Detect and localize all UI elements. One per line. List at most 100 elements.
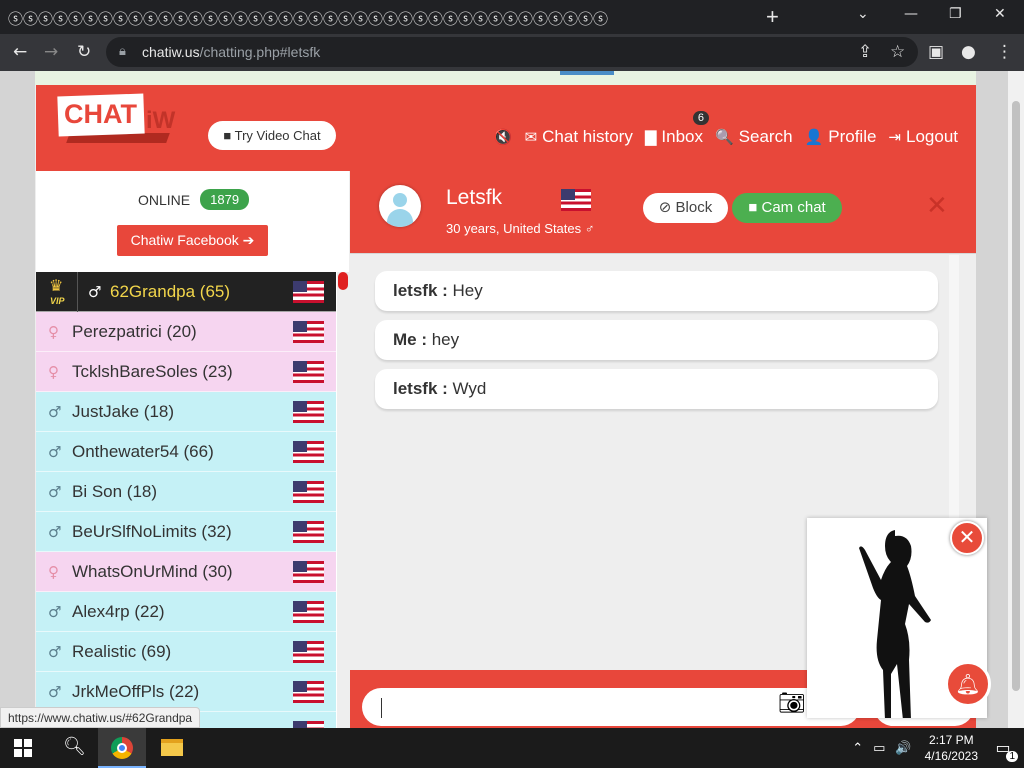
page-scrollbar[interactable] (1008, 71, 1024, 728)
share-icon[interactable]: ⇪ (858, 42, 872, 62)
us-flag-icon (293, 641, 324, 663)
taskbar-clock[interactable]: 2:17 PM 4/16/2023 (925, 732, 978, 764)
message-sender: letsfk : (393, 281, 448, 300)
male-icon: ♂ (48, 482, 62, 501)
user-list-scrollbar[interactable] (337, 272, 349, 728)
message-text: Hey (447, 281, 483, 300)
chat-header: Letsfk 30 years, United States ♂ ⊘ Block… (350, 171, 976, 254)
user-list-item[interactable]: ♀ WhatsOnUrMind (30) (36, 552, 336, 592)
network-icon[interactable]: ▭ (873, 741, 885, 756)
windows-logo-pane (14, 739, 22, 747)
reload-icon[interactable]: ↻ (77, 42, 91, 62)
flag-canton (293, 481, 307, 492)
try-video-chat-button[interactable]: ■ Try Video Chat (208, 121, 336, 150)
tab-strip[interactable]: ⓢⓢⓢⓢⓢⓢⓢⓢⓢⓢⓢⓢⓢⓢⓢⓢⓢⓢⓢⓢⓢⓢⓢⓢⓢⓢⓢⓢⓢⓢⓢⓢⓢⓢⓢⓢⓢⓢⓢⓢ (8, 8, 728, 29)
inbox-count-badge: 6 (692, 111, 709, 125)
flag-canton (293, 521, 307, 532)
profile-icon[interactable]: ● (961, 42, 976, 62)
chatiw-facebook-button[interactable]: Chatiw Facebook ➔ (117, 225, 268, 256)
us-flag-icon (293, 361, 324, 383)
us-flag-icon (293, 401, 324, 423)
address-bar[interactable]: 🔒︎ chatiw.us/chatting.php#letsfk ⇪ ☆ (106, 37, 918, 67)
user-list-item[interactable]: ♂ JrkMeOffPls (22) (36, 672, 336, 712)
maximize-button[interactable]: ❐ (949, 6, 962, 22)
flag-canton (293, 441, 307, 452)
user-list-item[interactable]: ♂ Onthewater54 (66) (36, 432, 336, 472)
back-icon[interactable]: ← (13, 42, 27, 62)
chrome-menu-icon[interactable]: ⋮ (996, 42, 1013, 62)
nav-mute[interactable]: 🔇 (494, 127, 513, 147)
vip-badge-icon: ♛ VIP (36, 272, 78, 312)
message-list: letsfk : Hey Me : hey letsfk : Wyd (375, 271, 938, 418)
nav-logout[interactable]: ⇥ Logout (888, 127, 958, 147)
chat-user-info: 30 years, United States ♂ (446, 221, 595, 236)
us-flag-icon (561, 189, 591, 211)
taskbar-search-icon[interactable]: 🔍︎ (63, 736, 86, 757)
user-icon: 👤 (804, 128, 824, 146)
nav-profile[interactable]: 👤 Profile (805, 127, 877, 147)
start-button[interactable] (14, 739, 32, 757)
chrome-taskbar-button[interactable] (98, 728, 146, 768)
envelope-icon: ✉ (524, 128, 538, 146)
close-window-button[interactable]: ✕ (994, 6, 1006, 22)
windows-taskbar: 🔍︎ ⌃ ▭ 🔊 2:17 PM 4/16/2023 ▭ 1 (0, 728, 1024, 768)
message-text: hey (427, 330, 460, 349)
flag-canton (293, 401, 307, 412)
us-flag-icon (293, 721, 324, 728)
new-tab-button[interactable]: + (766, 4, 779, 30)
user-list-item[interactable]: ♂ Realistic (69) (36, 632, 336, 672)
avatar[interactable] (379, 185, 421, 227)
cam-chat-button[interactable]: ■ Cam chat (732, 193, 842, 223)
close-chat-icon[interactable]: ✕ (926, 191, 948, 221)
url-path: /chatting.php#letsfk (199, 44, 321, 60)
notification-bell-icon[interactable]: 🔔︎ (945, 661, 991, 707)
action-center-icon[interactable]: ▭ 1 (990, 738, 1018, 762)
us-flag-icon (293, 321, 324, 343)
side-panel-icon[interactable]: ▣ (928, 42, 944, 62)
url-domain: chatiw.us (142, 44, 200, 60)
ad-close-button[interactable]: ✕ (950, 521, 984, 555)
message-text: Wyd (447, 379, 487, 398)
clock-date: 4/16/2023 (924, 749, 978, 763)
tab-list-button[interactable]: ⌄ (857, 6, 869, 22)
block-button[interactable]: ⊘ Block (643, 193, 728, 223)
chat-message: letsfk : Hey (375, 271, 938, 311)
message-sender: letsfk : (393, 379, 448, 398)
nav-label: Logout (906, 127, 958, 146)
chat-message: Me : hey (375, 320, 938, 360)
logout-icon: ⇥ (888, 128, 901, 146)
user-list-item[interactable]: ♂ Bi Son (18) (36, 472, 336, 512)
file-explorer-icon[interactable] (161, 739, 183, 756)
user-list-item[interactable]: ♀ Perezpatrici (20) (36, 312, 336, 352)
text-caret (381, 698, 382, 718)
chat-username[interactable]: Letsfk (446, 186, 502, 210)
minimize-button[interactable]: — (904, 6, 918, 22)
vip-label: VIP (50, 295, 65, 306)
nav-search[interactable]: 🔍 Search (715, 127, 793, 147)
site-logo[interactable]: CHAT iW (57, 93, 176, 143)
female-icon: ♀ (48, 562, 59, 581)
us-flag-icon (293, 681, 324, 703)
page-scroll-thumb[interactable] (1012, 101, 1020, 691)
avatar-body (387, 209, 413, 227)
user-list-item[interactable]: ♛ VIP ♂ 62Grandpa (65) (36, 272, 336, 312)
tray-chevron-icon[interactable]: ⌃ (852, 741, 863, 756)
nav-inbox[interactable]: ▇ Inbox 6 (645, 111, 709, 147)
bookmark-star-icon[interactable]: ☆ (890, 42, 905, 62)
url-text[interactable]: chatiw.us/chatting.php#letsfk (142, 44, 320, 60)
user-list: ♛ VIP ♂ 62Grandpa (65) ♀ Perezpatrici (20) ♀ Tc… (36, 272, 336, 728)
camera-icon[interactable]: 📷︎ (778, 691, 806, 716)
lock-icon[interactable]: 🔒︎ (119, 43, 126, 59)
nav-chat-history[interactable]: ✉ Chat history (525, 127, 633, 147)
user-list-item[interactable]: ♀ TcklshBareSoles (23) (36, 352, 336, 392)
forward-icon[interactable]: → (44, 42, 58, 62)
user-list-item[interactable]: ♂ Alex4rp (22) (36, 592, 336, 632)
windows-logo-pane (14, 749, 22, 757)
volume-icon[interactable]: 🔊 (895, 741, 911, 756)
male-icon: ♂ (88, 282, 102, 301)
user-list-item[interactable]: ♂ BeUrSlfNoLimits (32) (36, 512, 336, 552)
us-flag-icon (293, 601, 324, 623)
flag-canton (293, 321, 307, 332)
user-list-item[interactable]: ♂ JustJake (18) (36, 392, 336, 432)
scroll-indicator[interactable] (338, 272, 348, 290)
